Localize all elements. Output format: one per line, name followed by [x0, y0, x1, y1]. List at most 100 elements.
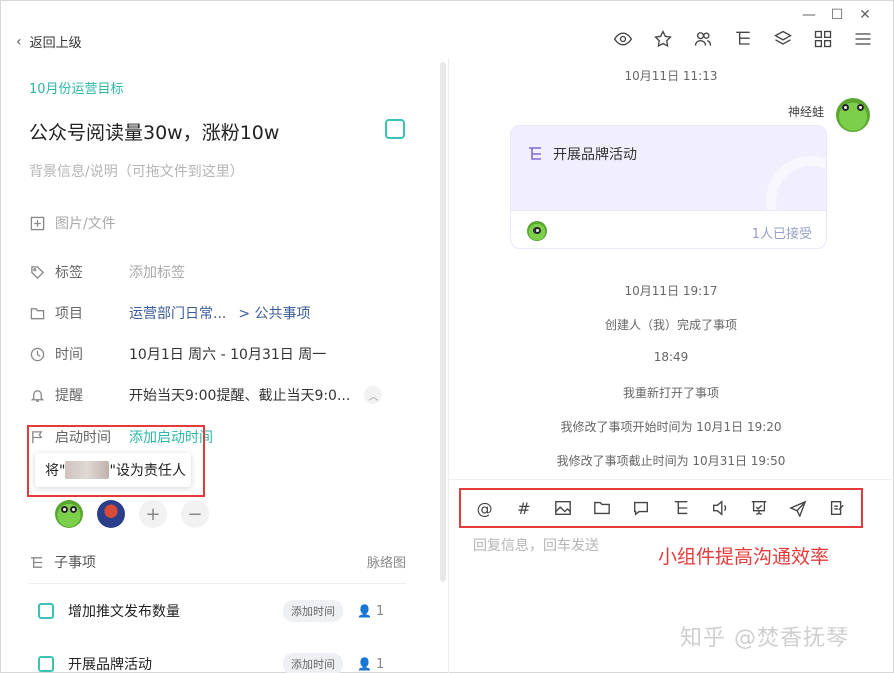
remove-assignee-button[interactable]: − — [181, 500, 209, 528]
tag-row[interactable]: 标签 添加标签 — [29, 262, 185, 282]
subtask-header: 子事项 脉络图 — [29, 552, 406, 572]
subtask-icon — [30, 556, 43, 568]
subtask-icon[interactable] — [732, 28, 754, 50]
project-label: 项目 — [55, 306, 83, 322]
subtask-icon[interactable] — [670, 497, 692, 519]
window-controls: — ☐ ✕ — [802, 7, 872, 23]
system-message: 我修改了事项开始时间为 10月1日 19:20 — [560, 420, 782, 434]
toolbar — [612, 28, 874, 50]
project-link[interactable]: 运营部门日常... — [129, 303, 226, 323]
star-icon[interactable] — [652, 28, 674, 50]
subtask-checkbox[interactable] — [38, 656, 54, 672]
list-item[interactable]: 开展品牌活动 添加时间 👤 1 — [38, 653, 406, 673]
task-card[interactable]: 开展品牌活动 1人已接受 — [510, 125, 827, 249]
tooltip-suffix: "设为责任人 — [109, 463, 186, 479]
add-time-badge[interactable]: 添加时间 — [283, 600, 344, 622]
mention-button[interactable]: @ — [474, 497, 496, 519]
reply-input[interactable]: 回复信息，回车发送 — [473, 535, 599, 555]
image-icon[interactable] — [552, 497, 574, 519]
subtask-checkbox[interactable] — [38, 603, 54, 619]
system-message: 我修改了事项截止时间为 10月31日 19:50 — [556, 454, 786, 468]
add-time-badge[interactable]: 添加时间 — [283, 653, 344, 673]
system-message: 我重新打开了事项 — [622, 386, 719, 400]
reminder-label: 提醒 — [55, 388, 83, 404]
attachment-label: 图片/文件 — [55, 216, 116, 232]
accept-count[interactable]: 1人已接受 — [752, 223, 812, 242]
parent-task-link[interactable]: 10月份运营目标 — [29, 78, 124, 97]
tooltip-prefix: 将" — [45, 463, 66, 479]
sender-name: 神经蛙 — [787, 105, 824, 119]
assignee-count: 1 — [376, 603, 385, 619]
project-row: 项目 运营部门日常... > 公共事项 — [29, 303, 311, 323]
annotation-text: 小组件提高沟通效率 — [658, 546, 830, 568]
collapse-chevron-icon[interactable]: ︿ — [364, 386, 383, 404]
blurred-name — [65, 461, 110, 479]
project-sub-link[interactable]: > 公共事项 — [238, 303, 310, 323]
avatar[interactable] — [97, 500, 125, 528]
subtask-name[interactable]: 开展品牌活动 — [68, 654, 283, 673]
description-field[interactable]: 背景信息/说明（可拖文件到这里） — [29, 161, 244, 181]
menu-icon[interactable] — [852, 28, 874, 50]
clock-icon — [29, 346, 45, 362]
back-button[interactable]: ‹ 返回上级 — [16, 32, 82, 52]
subtask-icon — [529, 147, 541, 160]
time-row[interactable]: 时间 10月1日 周六 - 10月31日 周一 — [29, 344, 326, 364]
note-icon[interactable] — [826, 497, 848, 519]
assignee-count: 1 — [376, 656, 385, 672]
grid-icon[interactable] — [812, 28, 834, 50]
person-icon: 👤 — [357, 657, 372, 671]
system-message: 创建人（我）完成了事项 — [604, 318, 737, 332]
folder-icon — [29, 305, 45, 321]
add-image-icon — [29, 215, 45, 231]
voice-icon[interactable] — [709, 497, 731, 519]
task-title[interactable]: 公众号阅读量30w，涨粉10w — [29, 118, 279, 145]
tag-icon — [29, 264, 45, 280]
close-button[interactable]: ✕ — [858, 7, 872, 23]
header: ‹ 返回上级 — [0, 28, 894, 58]
assign-tooltip[interactable]: 将" "设为责任人 — [35, 453, 191, 487]
add-assignee-button[interactable]: + — [139, 500, 167, 528]
assignee-list: + − — [55, 500, 209, 528]
attachment-row[interactable]: 图片/文件 — [29, 213, 116, 233]
time-value[interactable]: 10月1日 周六 - 10月31日 周一 — [129, 344, 326, 364]
reminder-row[interactable]: 提醒 开始当天9:00提醒、截止当天9:0... ︿ — [29, 385, 383, 405]
card-title: 开展品牌活动 — [527, 144, 637, 164]
list-item[interactable]: 增加推文发布数量 添加时间 👤 1 — [38, 600, 406, 622]
vote-icon[interactable] — [748, 497, 770, 519]
mindmap-link[interactable]: 脉络图 — [367, 552, 406, 572]
bell-icon — [29, 387, 45, 403]
chevron-left-icon: ‹ — [16, 33, 22, 50]
subtask-name[interactable]: 增加推文发布数量 — [68, 601, 283, 621]
comment-icon[interactable] — [630, 497, 652, 519]
layers-icon[interactable] — [772, 28, 794, 50]
add-tag-link[interactable]: 添加标签 — [129, 262, 185, 282]
send-icon[interactable] — [787, 497, 809, 519]
minimize-button[interactable]: — — [802, 7, 816, 23]
people-icon[interactable] — [692, 28, 714, 50]
complete-checkbox[interactable] — [385, 119, 405, 139]
watermark: 知乎 @焚香抚琴 — [680, 626, 849, 651]
time-label: 时间 — [55, 347, 83, 363]
tag-label: 标签 — [55, 265, 83, 281]
person-icon: 👤 — [357, 604, 372, 618]
back-label: 返回上级 — [29, 36, 82, 51]
card-title-text: 开展品牌活动 — [553, 147, 637, 163]
timestamp: 18:49 — [653, 350, 689, 364]
avatar — [527, 221, 547, 241]
eye-icon[interactable] — [612, 28, 634, 50]
timestamp: 10月11日 11:13 — [624, 69, 718, 83]
card-footer: 1人已接受 — [511, 210, 826, 248]
folder-icon[interactable] — [591, 497, 613, 519]
avatar[interactable] — [55, 500, 83, 528]
panel-divider — [448, 58, 449, 673]
timestamp: 10月11日 19:17 — [624, 284, 718, 298]
divider — [448, 479, 894, 480]
message-toolbar: @ # — [459, 488, 863, 528]
task-detail-panel: 10月份运营目标 公众号阅读量30w，涨粉10w 背景信息/说明（可拖文件到这里… — [0, 60, 446, 673]
avatar[interactable] — [836, 98, 870, 132]
reminder-value[interactable]: 开始当天9:00提醒、截止当天9:0... — [129, 385, 350, 405]
divider — [29, 583, 406, 584]
topic-button[interactable]: # — [513, 497, 535, 519]
maximize-button[interactable]: ☐ — [830, 7, 844, 23]
subtask-title: 子事项 — [54, 555, 96, 571]
